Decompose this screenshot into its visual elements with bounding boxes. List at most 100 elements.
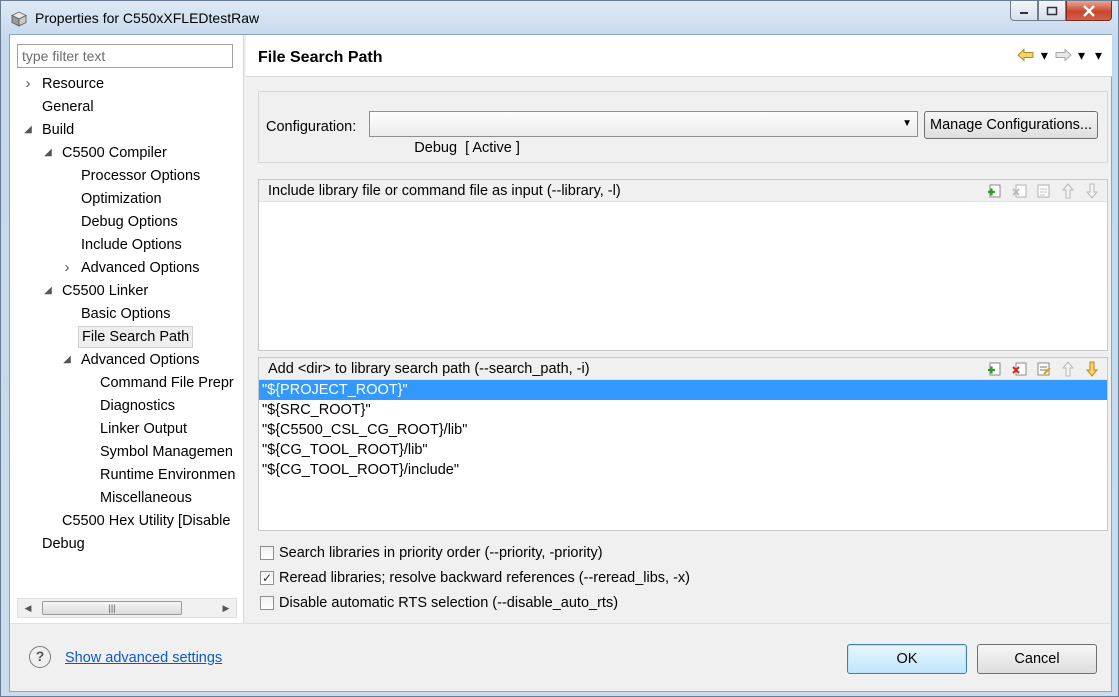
tree-item[interactable]: Runtime Environmen <box>97 464 238 486</box>
filter-input[interactable] <box>17 44 233 68</box>
manage-configurations-button[interactable]: Manage Configurations... <box>924 111 1098 139</box>
window-controls <box>1010 1 1112 23</box>
tree-item-label: Basic Options <box>81 306 171 322</box>
tree-item-label: Advanced Options <box>81 260 200 276</box>
tree-item-label: Diagnostics <box>100 398 175 414</box>
move-up-icon[interactable] <box>1059 361 1077 377</box>
tree-item[interactable]: Include Options <box>78 234 185 256</box>
app-cube-icon <box>11 11 27 27</box>
minimize-button[interactable] <box>1010 1 1038 21</box>
option-checkbox-row[interactable]: ✓ Reread libraries; resolve backward refe… <box>260 568 690 588</box>
list-item[interactable]: "${CG_TOOL_ROOT}/include" <box>259 460 1107 480</box>
scroll-right-arrow-icon[interactable]: ▶ <box>217 599 235 617</box>
ok-button[interactable]: OK <box>847 644 967 674</box>
delete-icon[interactable] <box>1011 183 1029 199</box>
close-icon <box>1083 4 1095 17</box>
library-list-title: Include library file or command file as … <box>268 183 621 199</box>
tree-item[interactable]: ◢ C5500 Compiler <box>44 142 170 164</box>
move-down-icon[interactable] <box>1083 361 1101 377</box>
option-label: Disable automatic RTS selection (--disab… <box>279 595 619 611</box>
add-icon[interactable] <box>987 361 1005 377</box>
library-list-header: Include library file or command file as … <box>259 180 1107 202</box>
tree-item[interactable]: › Advanced Options <box>65 257 203 279</box>
tree-item-label: Command File Prepr <box>100 375 234 391</box>
tree-item[interactable]: File Search Path <box>78 326 194 348</box>
edit-icon[interactable] <box>1035 183 1053 199</box>
tree-item[interactable]: Miscellaneous <box>97 487 195 509</box>
help-icon[interactable]: ? <box>29 646 51 668</box>
tree-item-label: C5500 Compiler <box>62 145 167 161</box>
scrollbar-thumb[interactable]: ||| <box>42 601 182 615</box>
window-title: Properties for C550xXFLEDtestRaw <box>35 10 260 26</box>
property-page: File Search Path ▾ ▾ ▾ Configuration: De <box>246 35 1112 623</box>
close-button[interactable] <box>1066 1 1112 21</box>
tree-horizontal-scrollbar[interactable]: ◀ ||| ▶ <box>17 598 237 618</box>
library-list-section: Include library file or command file as … <box>258 179 1108 351</box>
title-bar: Properties for C550xXFLEDtestRaw <box>1 1 1118 35</box>
tree-item[interactable]: Debug Options <box>78 211 181 233</box>
properties-dialog: Properties for C550xXFLEDtestRaw ›Resour… <box>0 0 1119 697</box>
dialog-footer: ? Show advanced settings OK Cancel <box>10 623 1111 691</box>
tree-item[interactable]: C5500 Hex Utility [Disable <box>59 510 233 532</box>
view-menu-chevron-down-icon[interactable]: ▾ <box>1095 47 1102 63</box>
page-header: File Search Path ▾ ▾ ▾ <box>246 35 1112 77</box>
tree-item-label: General <box>42 99 94 115</box>
move-down-icon[interactable] <box>1083 183 1101 199</box>
tree-item[interactable]: Diagnostics <box>97 395 178 417</box>
search-path-header: Add <dir> to library search path (--sear… <box>259 358 1107 380</box>
tree-item-label: Include Options <box>81 237 182 253</box>
forward-menu-chevron-down-icon[interactable]: ▾ <box>1078 47 1085 63</box>
option-checkbox-row[interactable]: Search libraries in priority order (--pr… <box>260 543 603 563</box>
maximize-icon <box>1046 6 1058 15</box>
configuration-value: Debug [ Active ] <box>414 140 520 156</box>
tree-item-label: Miscellaneous <box>100 490 192 506</box>
option-label: Search libraries in priority order (--pr… <box>279 545 603 561</box>
show-advanced-settings-link[interactable]: Show advanced settings <box>65 650 222 666</box>
tree-item[interactable]: › Resource <box>26 73 107 95</box>
edit-icon[interactable] <box>1035 361 1053 377</box>
maximize-button[interactable] <box>1038 1 1066 21</box>
expanded-triangle-icon[interactable]: ◢ <box>42 142 54 164</box>
dropdown-chevron-down-icon: ▼ <box>902 118 912 129</box>
checkbox[interactable] <box>260 546 274 560</box>
collapsed-chevron-icon[interactable]: › <box>22 73 34 95</box>
forward-arrow-icon[interactable] <box>1054 48 1072 62</box>
collapsed-chevron-icon[interactable]: › <box>61 257 73 279</box>
tree-item[interactable]: ◢ Advanced Options <box>63 349 203 371</box>
page-navigation: ▾ ▾ ▾ <box>1017 47 1102 63</box>
tree-item[interactable]: Symbol Managemen <box>97 441 236 463</box>
expanded-triangle-icon[interactable]: ◢ <box>61 349 73 371</box>
list-item[interactable]: "${PROJECT_ROOT}" <box>259 380 1107 400</box>
add-icon[interactable] <box>987 183 1005 199</box>
tree-item[interactable]: Basic Options <box>78 303 173 325</box>
minimize-icon <box>1020 11 1028 14</box>
list-item[interactable]: "${C5500_CSL_CG_ROOT}/lib" <box>259 420 1107 440</box>
checkbox[interactable] <box>260 596 274 610</box>
search-path-list[interactable]: "${PROJECT_ROOT}" "${SRC_ROOT}" "${C5500_C… <box>259 380 1107 480</box>
tree-item-label: Advanced Options <box>81 352 200 368</box>
tree-item-label: Linker Output <box>100 421 188 437</box>
list-item[interactable]: "${SRC_ROOT}" <box>259 400 1107 420</box>
tree-item[interactable]: Command File Prepr <box>97 372 237 394</box>
list-item[interactable]: "${CG_TOOL_ROOT}/lib" <box>259 440 1107 460</box>
checkbox-checked[interactable]: ✓ <box>260 571 274 585</box>
configuration-dropdown[interactable]: Debug [ Active ] ▼ <box>369 111 918 156</box>
delete-icon[interactable] <box>1011 361 1029 377</box>
tree-item[interactable]: ◢ C5500 Linker <box>44 280 151 302</box>
tree-item[interactable]: Linker Output <box>97 418 190 440</box>
move-up-icon[interactable] <box>1059 183 1077 199</box>
back-menu-chevron-down-icon[interactable]: ▾ <box>1041 47 1048 63</box>
cancel-button[interactable]: Cancel <box>977 644 1097 674</box>
scroll-left-arrow-icon[interactable]: ◀ <box>19 599 37 617</box>
expanded-triangle-icon[interactable]: ◢ <box>22 119 34 141</box>
back-arrow-icon[interactable] <box>1017 48 1035 62</box>
tree-item[interactable]: Debug <box>39 533 88 555</box>
expanded-triangle-icon[interactable]: ◢ <box>42 280 54 302</box>
tree-item[interactable]: ◢ Build <box>24 119 77 141</box>
tree-item[interactable]: Processor Options <box>78 165 203 187</box>
tree-item[interactable]: General <box>39 96 97 118</box>
tree-item[interactable]: Optimization <box>78 188 165 210</box>
search-path-title: Add <dir> to library search path (--sear… <box>268 361 590 377</box>
tree-item-label: Debug <box>42 536 85 552</box>
option-checkbox-row[interactable]: Disable automatic RTS selection (--disab… <box>260 593 618 613</box>
